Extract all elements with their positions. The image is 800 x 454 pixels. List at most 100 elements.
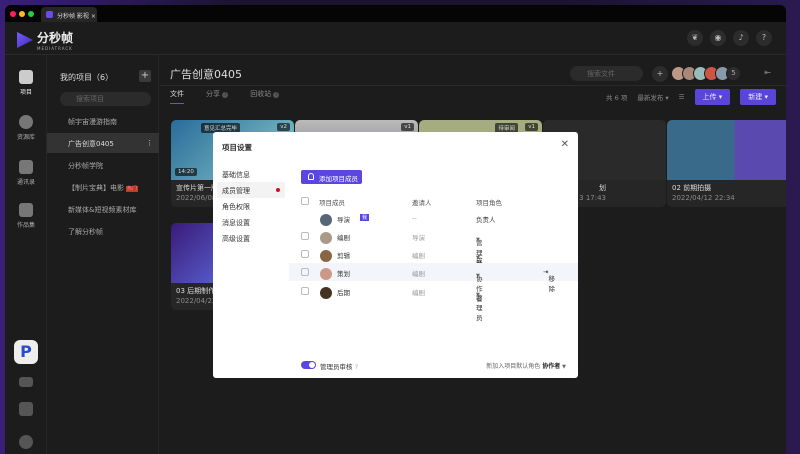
- row-checkbox[interactable]: [301, 268, 309, 276]
- app-logo-icon: [46, 11, 53, 18]
- brand-name: 分秒帧: [37, 31, 74, 45]
- item-count: 共 6 项: [606, 94, 628, 102]
- card-title: 02 前期拍摄: [672, 184, 712, 192]
- version-badge: v1: [401, 123, 414, 131]
- rail-label: 通讯录: [16, 179, 35, 186]
- settings-icon[interactable]: [5, 435, 47, 452]
- share-icon[interactable]: [5, 402, 47, 419]
- project-item[interactable]: 新媒体&短视频素材库: [47, 199, 159, 219]
- project-item[interactable]: 帧宇宙漫游指南: [47, 111, 159, 131]
- folder-card[interactable]: 02 前期拍摄 2022/04/12 22:34: [667, 120, 786, 207]
- upload-button[interactable]: 上传 ▾: [694, 89, 731, 105]
- row-checkbox[interactable]: [301, 250, 309, 258]
- row-checkbox[interactable]: [301, 232, 309, 240]
- inviter: --: [412, 214, 417, 222]
- project-search-input[interactable]: 搜索项目: [60, 92, 151, 106]
- sort-dropdown[interactable]: 最新发布 ▾: [637, 92, 668, 102]
- chat-icon[interactable]: ◉: [710, 30, 726, 46]
- page-title: 广告创意0405: [170, 68, 242, 81]
- table-row: 导演 我 -- 负责人: [289, 209, 578, 227]
- nav-member-management[interactable]: 成员管理: [217, 182, 285, 198]
- column-header: 邀请人: [412, 199, 432, 207]
- project-item[interactable]: 了解分秒帧: [47, 221, 159, 241]
- card-date: 2022/04/12 22:34: [672, 194, 735, 202]
- table-row: 编剧导演管理员 ▼: [289, 227, 578, 267]
- help-icon: ?: [354, 363, 359, 371]
- nav-advanced-settings[interactable]: 高级设置: [217, 230, 285, 246]
- invite-member-icon[interactable]: +: [652, 66, 668, 82]
- project-item-active[interactable]: 广告创意0405 ⋮: [47, 133, 159, 153]
- help-icon: ?: [222, 92, 229, 98]
- file-search-input[interactable]: 搜索文件: [570, 66, 643, 81]
- modal-title: 项目设置: [222, 143, 252, 152]
- tab-files[interactable]: 文件: [170, 89, 184, 104]
- collapse-icon[interactable]: ⇤: [764, 68, 771, 77]
- avatar: [320, 232, 332, 244]
- maximize-window-button[interactable]: [28, 11, 34, 17]
- portfolio-icon: [19, 203, 33, 217]
- nav-basic-info[interactable]: 基础信息: [217, 166, 285, 182]
- table-row: 后期 编剧 管理员 ▼: [289, 282, 578, 322]
- inviter: 导演: [412, 234, 425, 242]
- screen-icon[interactable]: [5, 377, 47, 390]
- more-icon[interactable]: ⋮: [146, 139, 153, 147]
- remove-member-button[interactable]: ⇥ 移除: [543, 268, 555, 293]
- project-list-title: 我的项目（6）: [60, 73, 114, 82]
- rail-item-library[interactable]: 资源库: [5, 115, 47, 141]
- me-badge: 我: [360, 214, 370, 221]
- settings-nav: 基础信息 成员管理 角色权限 消息设置 高级设置: [217, 166, 285, 246]
- project-item-label: 【制片宝典】电影: [68, 184, 124, 192]
- hot-badge: 热门: [126, 186, 139, 192]
- inviter: 编剧: [412, 270, 425, 278]
- help-icon[interactable]: ?: [756, 30, 772, 46]
- rail-label: 资源库: [16, 134, 35, 141]
- column-header: 项目成员: [319, 199, 345, 207]
- inviter: 编剧: [412, 252, 425, 260]
- filter-icon[interactable]: ☰: [679, 93, 685, 101]
- member-name: 策划: [337, 270, 350, 278]
- new-button[interactable]: 新建 ▾: [740, 89, 776, 105]
- rail-item-portfolio[interactable]: 作品集: [5, 203, 47, 229]
- table-row: 策划 编剧 协作者 ▼ ⇥ 移除: [289, 263, 578, 303]
- add-member-button[interactable]: 添加项目成员: [301, 170, 362, 184]
- avatar: [320, 250, 332, 262]
- version-badge: v1: [525, 123, 538, 131]
- nav-message-settings[interactable]: 消息设置: [217, 214, 285, 230]
- minimize-window-button[interactable]: [19, 11, 25, 17]
- library-icon: [19, 115, 33, 129]
- project-item-label: 广告创意0405: [68, 140, 114, 148]
- tab-share[interactable]: 分享 ?: [206, 89, 229, 104]
- default-role-setting[interactable]: 新加入项目默认角色 协作者 ▼: [486, 361, 566, 370]
- duration-badge: 14:20: [175, 168, 197, 176]
- admin-review-toggle[interactable]: [301, 361, 316, 369]
- select-all-checkbox[interactable]: [301, 197, 309, 205]
- project-settings-modal: 项目设置 ✕ 基础信息 成员管理 角色权限 消息设置 高级设置 添加项目成员 项…: [213, 132, 578, 378]
- tab-trash[interactable]: 回收站 ?: [250, 89, 280, 104]
- leaf-icon[interactable]: ❦: [687, 30, 703, 46]
- project-item[interactable]: 【制片宝典】电影 热门: [47, 177, 159, 197]
- member-name: 剪辑: [337, 252, 350, 260]
- title-bar: 分秒帧 影视 ×: [5, 5, 786, 22]
- column-header: 项目角色: [476, 199, 502, 207]
- close-icon[interactable]: ✕: [561, 139, 569, 150]
- row-checkbox[interactable]: [301, 287, 309, 295]
- add-project-button[interactable]: +: [139, 70, 151, 82]
- brand-sub: MEDIATRACK: [37, 46, 73, 51]
- rail-item-project[interactable]: 项目: [5, 70, 47, 96]
- project-list: 我的项目（6） + 搜索项目 帧宇宙漫游指南 广告创意0405 ⋮ 分秒帧学院 【…: [47, 55, 159, 454]
- member-count: 5: [726, 66, 741, 81]
- browser-tab[interactable]: 分秒帧 影视 ×: [41, 7, 97, 22]
- nav-role-permissions[interactable]: 角色权限: [217, 198, 285, 214]
- brand-logo[interactable]: 分秒帧 MEDIATRACK: [17, 29, 73, 51]
- close-window-button[interactable]: [10, 11, 16, 17]
- inviter: 编剧: [412, 289, 425, 297]
- user-avatar[interactable]: P: [5, 340, 47, 367]
- member-avatars[interactable]: 5: [671, 66, 741, 81]
- bell-icon[interactable]: ♪: [733, 30, 749, 46]
- rail-label: 项目: [19, 89, 32, 96]
- rail-item-contacts[interactable]: 通讯录: [5, 160, 47, 186]
- avatar: [320, 268, 332, 280]
- project-item[interactable]: 分秒帧学院: [47, 155, 159, 175]
- version-badge: v2: [277, 123, 290, 131]
- help-icon: ?: [273, 92, 280, 98]
